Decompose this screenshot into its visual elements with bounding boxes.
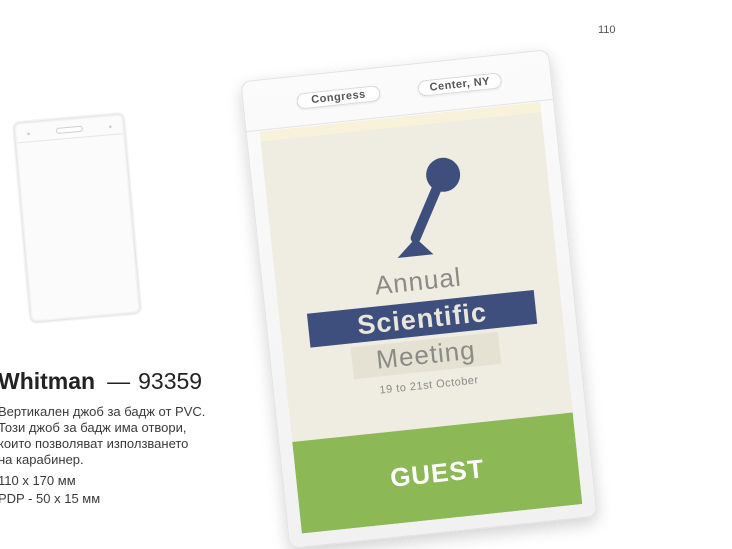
guest-label: GUEST <box>388 452 486 493</box>
empty-badge-pouch-image <box>12 112 143 324</box>
product-name: Whitman <box>0 368 96 394</box>
description-line: които позволяват използването <box>0 436 189 451</box>
description-line: Вертикален джоб за бадж от PVC. <box>0 404 206 419</box>
product-code: 93359 <box>138 368 203 394</box>
pouch-slot-left: Congress <box>295 84 382 110</box>
product-size: 110 x 170 мм <box>0 473 76 488</box>
product-title: Whitman — 93359 <box>0 368 202 395</box>
badge-insert-card: Annual Scientific Meeting 19 to 21st Oct… <box>259 102 583 534</box>
pouch-slot-right: Center, NY <box>417 72 503 97</box>
description-line: Този джоб за бадж има отвори, <box>0 420 187 435</box>
event-title-banner: Annual Scientific Meeting 19 to 21st Oct… <box>297 254 551 428</box>
title-dash: — <box>107 368 131 394</box>
product-description: Вертикален джоб за бадж от PVC. Този джо… <box>0 404 298 468</box>
microphone-icon <box>397 157 461 259</box>
description-line: на карабинер. <box>0 452 84 467</box>
product-print-area: PDP - 50 x 15 мм <box>0 491 101 506</box>
